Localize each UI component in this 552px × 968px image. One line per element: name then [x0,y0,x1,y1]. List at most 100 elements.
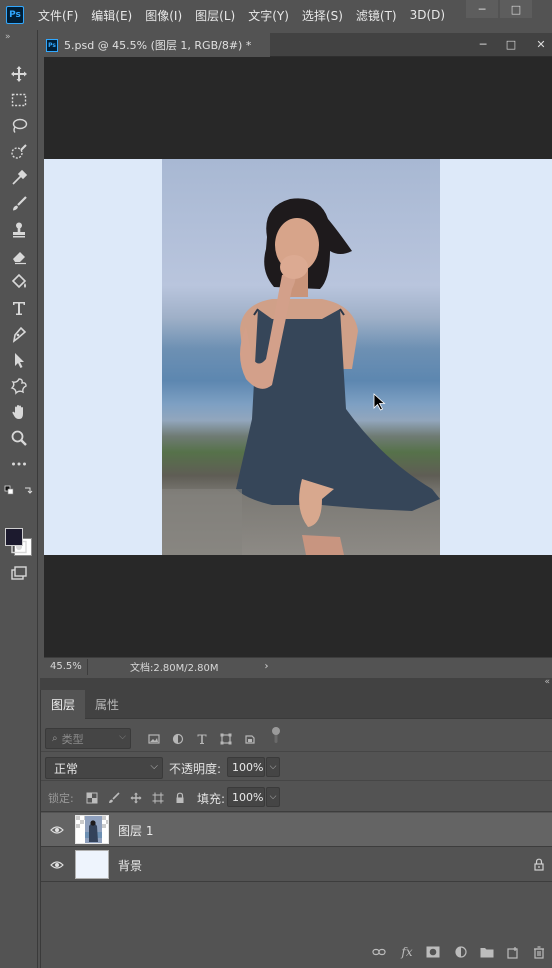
layer-thumbnail [75,815,109,844]
lock-row: 锁定: 填充: 100% ⌵ [41,782,552,812]
more-tools-icon[interactable] [7,453,31,475]
menu-3d[interactable]: 3D(D) [410,8,445,22]
layer-style-fx-icon[interactable]: fx [399,944,415,960]
menu-bar: Ps 文件(F) 编辑(E) 图像(I) 图层(L) 文字(Y) 选择(S) 滤… [0,0,552,30]
fill-dropdown-button[interactable]: ⌵ [266,787,280,807]
filter-type-icon[interactable] [195,732,209,746]
menu-file[interactable]: 文件(F) [38,7,78,24]
menu-filter[interactable]: 滤镜(T) [356,7,397,24]
layer-name[interactable]: 图层 1 [118,822,153,839]
lock-transparent-pixels-icon[interactable] [85,791,99,805]
filter-toggle-icon[interactable] [269,727,283,743]
opacity-input[interactable]: 100% [227,757,265,777]
lasso-icon[interactable] [7,115,31,137]
zoom-icon[interactable] [7,427,31,449]
layer-row[interactable]: 图层 1 [41,813,552,847]
delete-layer-trash-icon[interactable] [531,944,547,960]
layer-thumbnail [75,850,109,879]
ps-file-icon: Ps [46,38,58,52]
chevron-down-icon: ⌵ [269,792,277,802]
custom-shape-icon[interactable] [7,375,31,397]
menu-image[interactable]: 图像(I) [145,7,182,24]
tab-properties[interactable]: 属性 [95,690,119,719]
filter-shape-icon[interactable] [219,732,233,746]
panel-collapse-icon[interactable]: « [544,677,550,687]
chevron-down-icon: ⌵ [269,762,277,772]
lock-artboard-icon[interactable] [151,791,165,805]
zoom-level-field[interactable]: 45.5% [44,658,88,675]
panel-dock-header: « [40,677,552,690]
layer-name[interactable]: 背景 [118,857,142,874]
paint-bucket-icon[interactable] [7,271,31,293]
new-adjustment-layer-icon[interactable] [453,944,469,960]
visibility-eye-icon[interactable] [50,858,64,872]
pen-icon[interactable] [7,323,31,345]
layer-photo [162,159,440,555]
status-menu-arrow[interactable]: › [265,661,269,672]
new-group-folder-icon[interactable] [479,944,495,960]
blend-row: 正常 ⌵ 不透明度: 100% ⌵ [41,753,552,781]
document-minimize-button[interactable]: ─ [472,35,494,53]
window-minimize-button[interactable]: ─ [466,0,498,18]
marquee-icon[interactable] [7,89,31,111]
menu-select[interactable]: 选择(S) [302,7,343,24]
fill-label: 填充: [197,792,226,806]
quick-select-icon[interactable] [7,141,31,163]
tab-layers[interactable]: 图层 [41,690,85,719]
brush-icon[interactable] [7,193,31,215]
new-layer-icon[interactable] [505,944,521,960]
type-icon[interactable] [7,297,31,319]
filter-smart-object-icon[interactable] [243,732,257,746]
eyedropper-icon[interactable] [7,167,31,189]
app-logo: Ps [6,6,24,24]
window-maximize-button[interactable]: □ [500,0,532,18]
toolbar-collapse-icon[interactable]: » [5,32,11,42]
menu-edit[interactable]: 编辑(E) [91,7,132,24]
path-select-icon[interactable] [7,349,31,371]
lock-label: 锁定: [48,792,74,805]
mouse-cursor-icon [373,393,386,411]
eraser-icon[interactable] [7,245,31,267]
default-colors-icon[interactable] [4,482,34,495]
opacity-label: 不透明度: [169,762,222,776]
layer-row[interactable]: 背景 [41,848,552,882]
document-title: 5.psd @ 45.5% (图层 1, RGB/8#) * [64,39,252,52]
document-size-info: 文档:2.80M/2.80M [130,663,219,674]
menu-layer[interactable]: 图层(L) [195,7,235,24]
status-bar: 45.5% 文档:2.80M/2.80M › [44,657,552,675]
filter-search-icon: ⌕ [52,733,58,744]
layer-locked-icon [534,858,544,871]
chevron-down-icon: ⌵ [119,732,126,742]
filter-adjustment-icon[interactable] [171,732,185,746]
blend-mode-select[interactable]: 正常 ⌵ [45,757,163,779]
canvas-workspace[interactable] [44,57,552,657]
stamp-icon[interactable] [7,219,31,241]
document-maximize-button[interactable]: □ [500,35,522,53]
document-close-button[interactable]: ✕ [530,35,552,53]
visibility-eye-icon[interactable] [50,823,64,837]
filter-pixel-icon[interactable] [147,732,161,746]
fill-input[interactable]: 100% [227,787,265,807]
document-canvas[interactable] [44,159,552,555]
panel-tabs: 图层 属性 [41,690,552,719]
screen-mode-icon[interactable] [7,562,31,584]
tools-panel: » [0,30,38,968]
document-tab[interactable]: Ps 5.psd @ 45.5% (图层 1, RGB/8#) * [40,33,270,57]
photoshop-window: Ps 文件(F) 编辑(E) 图像(I) 图层(L) 文字(Y) 选择(S) 滤… [0,0,552,968]
lock-image-pixels-icon[interactable] [107,791,121,805]
lock-position-icon[interactable] [129,791,143,805]
filter-type-label: 类型 [61,732,84,746]
layer-filter-select[interactable]: ⌕ 类型 ⌵ [45,728,131,749]
opacity-dropdown-button[interactable]: ⌵ [266,757,280,777]
link-layers-icon[interactable] [371,944,387,960]
chevron-down-icon: ⌵ [150,761,158,772]
hand-icon[interactable] [7,401,31,423]
layer-filter-row: ⌕ 类型 ⌵ [41,720,552,752]
layers-panel-footer: fx [41,938,552,968]
add-mask-icon[interactable] [425,944,441,960]
document-tab-bar: Ps 5.psd @ 45.5% (图层 1, RGB/8#) * ─ □ ✕ [40,33,552,57]
move-icon[interactable] [7,63,31,85]
menu-type[interactable]: 文字(Y) [248,7,289,24]
foreground-color-swatch[interactable] [5,528,23,546]
lock-all-icon[interactable] [173,791,187,805]
